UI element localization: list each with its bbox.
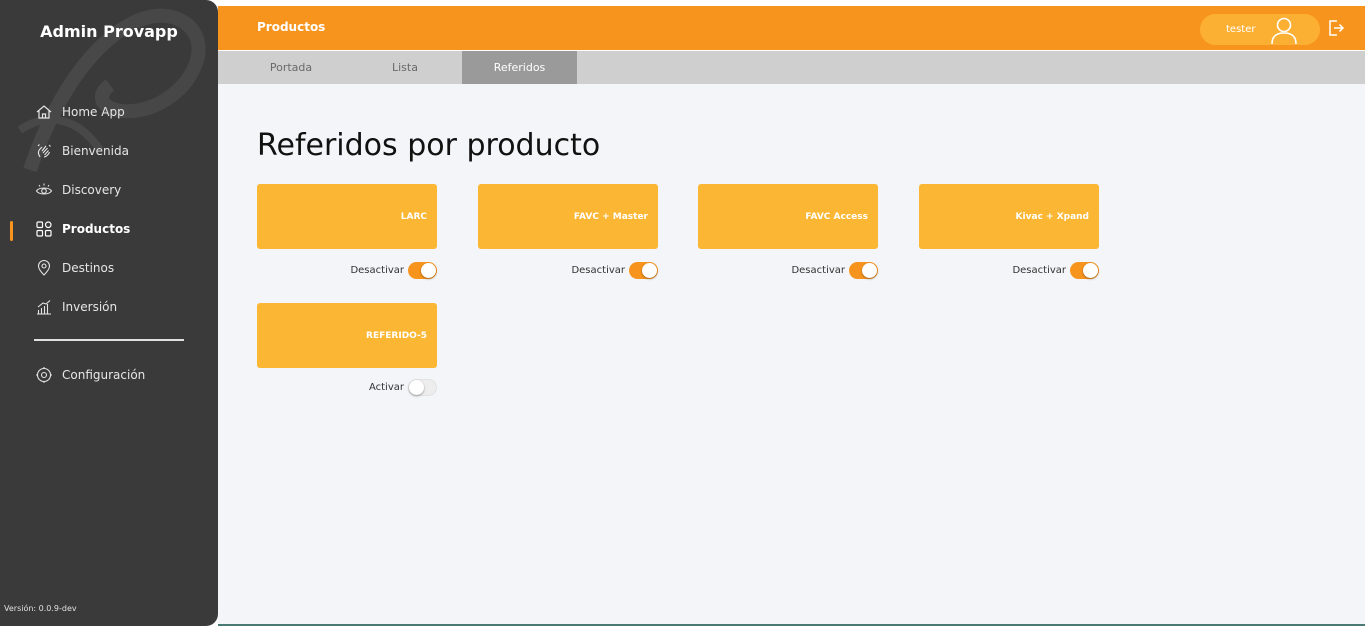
sidebar-item-destinos[interactable]: Destinos [34, 257, 114, 279]
sidebar-item-bienvenida[interactable]: Bienvenida [34, 140, 129, 162]
sidebar-divider [34, 339, 184, 341]
toggle-label: Desactivar [571, 264, 625, 276]
toggle-switch[interactable] [408, 261, 437, 279]
chart-icon [34, 297, 54, 317]
sidebar-item-inversion[interactable]: Inversión [34, 296, 117, 318]
sidebar-item-label: Inversión [62, 300, 118, 314]
sidebar-item-configuracion[interactable]: Configuración [34, 364, 145, 386]
tab-referidos[interactable]: Referidos [462, 51, 577, 84]
wave-hand-icon [34, 141, 54, 161]
toggle-label: Desactivar [350, 264, 404, 276]
tab-portada[interactable]: Portada [238, 51, 344, 84]
gear-icon [34, 365, 54, 385]
toggle-label: Desactivar [1012, 264, 1066, 276]
app-brand: Admin Provapp [40, 22, 178, 41]
product-card-referido-5[interactable]: REFERIDO-5 [257, 303, 437, 368]
sidebar-item-label: Configuración [62, 368, 146, 382]
main-content: Referidos por producto LARC Desactivar F… [218, 84, 1365, 624]
user-menu-button[interactable]: tester [1200, 14, 1320, 45]
logout-icon[interactable] [1327, 19, 1345, 37]
page-title: Referidos por producto [257, 128, 601, 163]
product-card-larc[interactable]: LARC [257, 184, 437, 249]
toggle-knob [421, 262, 436, 278]
user-icon [1271, 17, 1297, 44]
toggle-row: Activar [257, 378, 437, 396]
home-icon [34, 102, 54, 122]
eye-icon [34, 180, 54, 200]
product-card-favc-master[interactable]: FAVC + Master [478, 184, 658, 249]
location-pin-icon [34, 258, 54, 278]
toggle-row: Desactivar [919, 261, 1099, 279]
toggle-label: Activar [368, 381, 404, 393]
sidebar-item-home-app[interactable]: Home App [34, 101, 125, 123]
active-indicator [10, 221, 13, 241]
toggle-row: Desactivar [257, 261, 437, 279]
sidebar-item-label: Bienvenida [62, 144, 129, 158]
grid-icon [34, 219, 54, 239]
sidebar-item-discovery[interactable]: Discovery [34, 179, 121, 201]
toggle-switch[interactable] [629, 261, 658, 279]
toggle-switch[interactable] [408, 378, 437, 396]
app-version: Versión: 0.0.9-dev [4, 604, 77, 613]
toggle-knob [862, 262, 877, 278]
username: tester [1226, 24, 1256, 35]
top-bar: Productos tester [218, 6, 1365, 50]
tab-bar: Portada Lista Referidos [218, 51, 1365, 84]
toggle-switch[interactable] [1070, 261, 1099, 279]
toggle-knob [642, 262, 657, 278]
toggle-knob [409, 379, 424, 395]
toggle-row: Desactivar [698, 261, 878, 279]
sidebar-item-label: Discovery [62, 183, 122, 197]
product-card-favc-access[interactable]: FAVC Access [698, 184, 878, 249]
sidebar: Admin Provapp Home App Bienvenida Discov… [0, 0, 218, 626]
toggle-switch[interactable] [849, 261, 878, 279]
sidebar-item-label: Destinos [62, 261, 115, 275]
page-header-title: Productos [257, 20, 326, 34]
product-card-kivac-xpand[interactable]: Kivac + Xpand [919, 184, 1099, 249]
sidebar-item-productos[interactable]: Productos [34, 218, 130, 240]
sidebar-item-label: Productos [62, 222, 131, 236]
sidebar-item-label: Home App [62, 105, 125, 119]
tab-lista[interactable]: Lista [352, 51, 458, 84]
toggle-label: Desactivar [791, 264, 845, 276]
toggle-row: Desactivar [478, 261, 658, 279]
toggle-knob [1083, 262, 1098, 278]
